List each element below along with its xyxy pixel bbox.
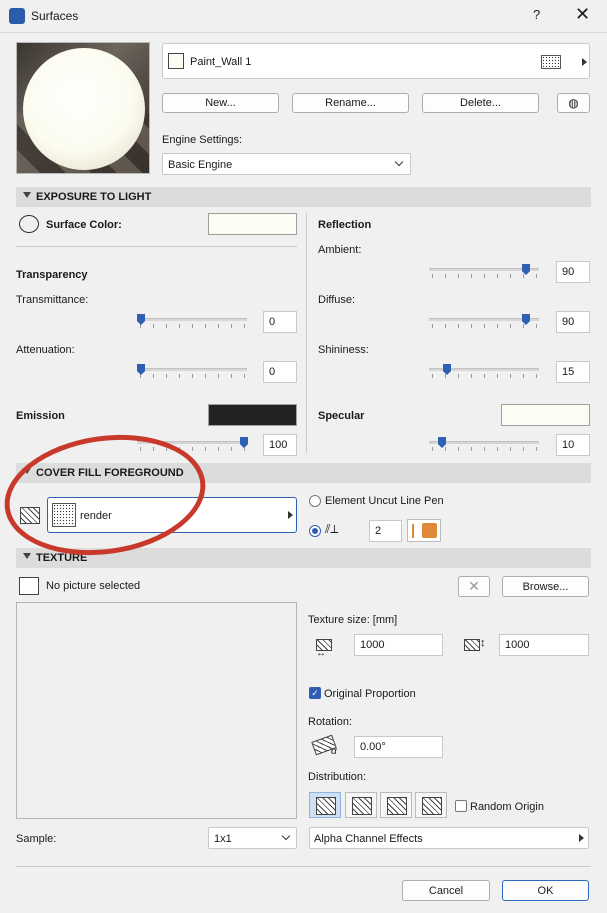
close-icon: ✕ (468, 578, 480, 594)
vertical-arrows-icon: ↕ (480, 637, 486, 649)
globe-icon[interactable]: ◍ (557, 93, 590, 113)
cancel-button[interactable]: Cancel (402, 880, 490, 901)
collapse-triangle-icon (23, 553, 31, 559)
checkmark-icon: ✓ (311, 688, 319, 698)
shininess-label: Shininess: (318, 344, 369, 356)
engine-select[interactable]: Basic Engine (162, 153, 411, 175)
ok-button[interactable]: OK (502, 880, 589, 901)
transparency-title: Transparency (16, 269, 88, 281)
material-preview (16, 42, 150, 174)
close-button[interactable]: ✕ (575, 4, 590, 25)
specular-label: Specular (318, 410, 365, 422)
picture-status: No picture selected (46, 580, 141, 592)
emission-label: Emission (16, 410, 65, 422)
surface-color-icon (19, 215, 39, 233)
specular-color-swatch[interactable] (501, 404, 590, 426)
engine-value: Basic Engine (168, 159, 233, 171)
divider (16, 246, 297, 247)
chevron-right-icon (582, 58, 587, 66)
emission-color-swatch[interactable] (208, 404, 297, 426)
uncut-line-pen-radio[interactable] (309, 495, 321, 507)
diffuse-label: Diffuse: (318, 294, 356, 306)
collapse-triangle-icon (23, 192, 31, 198)
divider (16, 866, 591, 867)
uncut-line-pen-label: Element Uncut Line Pen (325, 495, 444, 507)
chevron-down-icon (394, 157, 404, 167)
custom-pen-radio[interactable] (309, 525, 321, 537)
attenuation-input[interactable]: 0 (263, 361, 297, 383)
browse-button[interactable]: Browse... (502, 576, 589, 597)
texture-preview (16, 602, 297, 819)
ambient-input[interactable]: 90 (556, 261, 590, 283)
mirror-y-pattern-icon (387, 797, 407, 815)
sample-label: Sample: (16, 833, 57, 845)
exposure-section-header[interactable]: EXPOSURE TO LIGHT (16, 187, 591, 207)
sample-select[interactable]: 1x1 (208, 827, 297, 849)
surface-selector[interactable]: Paint_Wall 1 (162, 43, 590, 79)
specular-input[interactable]: 10 (556, 434, 590, 456)
distribution-mirror-x-button[interactable] (345, 792, 377, 818)
alpha-channel-effects-button[interactable]: Alpha Channel Effects (309, 827, 589, 849)
preview-sphere (23, 48, 145, 170)
attenuation-label: Attenuation: (16, 344, 75, 356)
pen-color-swatch (422, 523, 437, 538)
texture-height-input[interactable]: 1000 (499, 634, 589, 656)
random-origin-label: Random Origin (470, 801, 544, 813)
reflection-title: Reflection (318, 219, 372, 231)
chevron-down-icon (281, 831, 291, 841)
window-title: Surfaces (31, 9, 79, 23)
title-bar (0, 0, 607, 32)
transmittance-input[interactable]: 0 (263, 311, 297, 333)
ambient-label: Ambient: (318, 244, 362, 256)
section-title: EXPOSURE TO LIGHT (36, 191, 152, 203)
pen-number-input[interactable]: 2 (369, 520, 402, 542)
app-icon (9, 8, 25, 24)
new-button[interactable]: New... (162, 93, 279, 113)
fill-pattern-icon (541, 55, 561, 69)
distribution-mirror-xy-button[interactable] (415, 792, 447, 818)
emission-input[interactable]: 100 (263, 434, 297, 456)
original-proportion-checkbox[interactable]: ✓ (309, 687, 321, 699)
texture-width-input[interactable]: 1000 (354, 634, 443, 656)
surface-color-swatch (168, 53, 184, 69)
help-button[interactable]: ? (533, 7, 540, 22)
original-proportion-label: Original Proportion (324, 688, 416, 700)
pen-color-button[interactable] (407, 519, 441, 542)
picture-icon (19, 577, 39, 595)
clear-picture-button[interactable]: ✕ (458, 576, 490, 597)
distribution-label: Distribution: (308, 771, 367, 783)
grid-pattern-icon (316, 797, 336, 815)
rotation-label: Rotation: (308, 716, 353, 728)
shininess-input[interactable]: 15 (556, 361, 590, 383)
surface-color-swatch-button[interactable] (208, 213, 297, 235)
rotation-input[interactable]: 0.00° (354, 736, 443, 758)
chevron-right-icon (288, 511, 293, 519)
rename-button[interactable]: Rename... (292, 93, 409, 113)
alpha-channel-label: Alpha Channel Effects (314, 833, 423, 845)
texture-size-label: Texture size: [mm] (308, 614, 398, 626)
surface-color-label: Surface Color: (46, 219, 122, 231)
horizontal-arrows-icon: ↔ (316, 648, 326, 659)
chevron-right-icon (579, 834, 584, 842)
transmittance-slider[interactable] (137, 318, 247, 321)
mirror-x-pattern-icon (352, 797, 372, 815)
pen-icon: ⫽⟂ (325, 522, 339, 536)
column-divider (306, 213, 307, 453)
attenuation-slider[interactable] (137, 368, 247, 371)
engine-settings-label: Engine Settings: (162, 134, 243, 146)
delete-button[interactable]: Delete... (422, 93, 539, 113)
distribution-mirror-y-button[interactable] (380, 792, 412, 818)
texture-height-icon (464, 639, 480, 651)
random-origin-checkbox[interactable] (455, 800, 467, 812)
mirror-xy-pattern-icon (422, 797, 442, 815)
surface-name: Paint_Wall 1 (190, 56, 252, 68)
transmittance-label: Transmittance: (16, 294, 89, 306)
diffuse-input[interactable]: 90 (556, 311, 590, 333)
distribution-tile-button[interactable] (309, 792, 341, 818)
sample-value: 1x1 (214, 833, 232, 845)
